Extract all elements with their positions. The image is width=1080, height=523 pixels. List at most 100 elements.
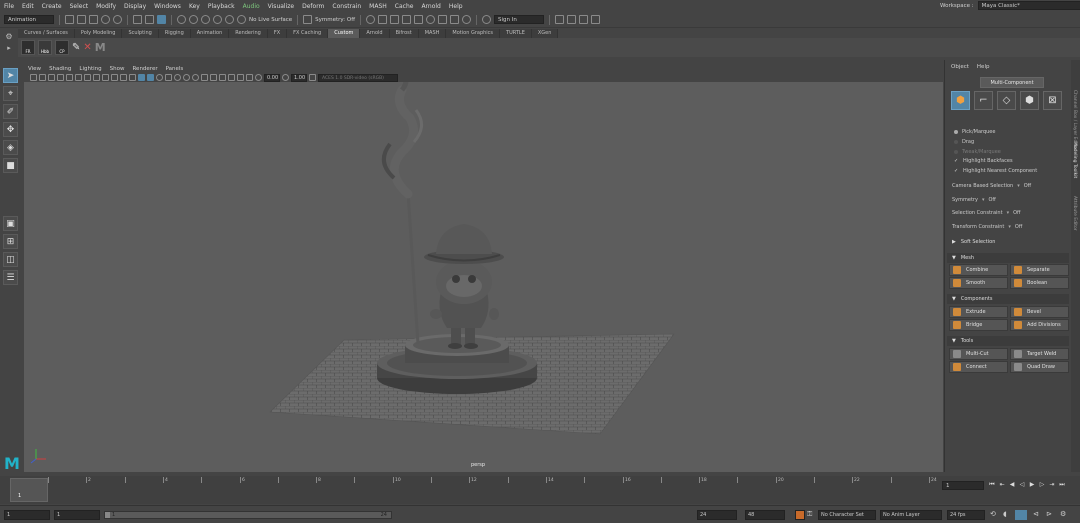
quad-draw-button[interactable]: Quad Draw [1010,361,1069,373]
scene-end-field[interactable]: 48 [745,510,785,520]
gate-mask-icon[interactable] [102,74,109,81]
exposure-icon[interactable] [255,74,262,81]
menu-key[interactable]: Key [185,3,204,10]
redo-icon[interactable] [113,15,122,24]
smooth-button[interactable]: Smooth [949,277,1008,289]
tab-arnold[interactable]: Arnold [360,29,390,38]
object-mode-icon[interactable]: ⬢ [951,91,970,110]
menu-create[interactable]: Create [38,3,66,10]
gear-icon[interactable]: ⚙ [5,32,12,41]
menu-visualize[interactable]: Visualize [264,3,298,10]
color-management-icon[interactable] [309,74,316,81]
panel-menu-panels[interactable]: Panels [162,66,188,72]
face-mode-icon[interactable]: ⬢ [1020,91,1039,110]
tab-channel-box[interactable]: Channel Box / Layer Editor [1072,90,1077,150]
menu-playback[interactable]: Playback [204,3,239,10]
menu-windows[interactable]: Windows [150,3,185,10]
snap-projected-center-icon[interactable] [213,15,222,24]
render-settings-icon[interactable] [414,15,424,24]
toolkit-menu-help[interactable]: Help [977,64,990,70]
step-back-key-icon[interactable]: ⇤ [998,481,1006,489]
auto-key-icon[interactable] [795,510,805,520]
paint-select-tool-icon[interactable]: ✐ [3,104,18,119]
construction-history-icon[interactable] [366,15,376,24]
move-tool-icon[interactable]: ✥ [3,122,18,137]
select-object-icon[interactable] [145,15,154,24]
menu-audio[interactable]: Audio [239,3,264,10]
bridge-button[interactable]: Bridge [949,319,1008,331]
tab-poly-modeling[interactable]: Poly Modeling [74,29,123,38]
snap-point-icon[interactable] [201,15,210,24]
safe-action-icon[interactable] [120,74,127,81]
render-frame-icon[interactable] [390,15,400,24]
playback-start-field[interactable]: 1 [54,510,100,520]
panel-menu-show[interactable]: Show [106,66,129,72]
workspace-dropdown[interactable]: Maya Classic* [977,1,1080,10]
play-forwards-icon[interactable]: ▶ [1028,481,1036,489]
open-scene-icon[interactable] [77,15,86,24]
tab-sculpting[interactable]: Sculpting [122,29,159,38]
go-to-start-icon[interactable]: ⏮ [988,481,996,489]
delete-icon[interactable]: ✕ [83,42,91,53]
connect-button[interactable]: Connect [949,361,1008,373]
snap-view-plane-icon[interactable] [225,15,234,24]
symmetry-icon[interactable] [303,15,313,24]
image-plane-icon[interactable] [48,74,55,81]
hypershade-icon[interactable] [426,15,436,24]
tab-fx[interactable]: FX [267,29,288,38]
textured-icon[interactable] [165,74,172,81]
step-forward-key-icon[interactable]: ⇥ [1048,481,1056,489]
highlight-nearest-checkbox[interactable]: ✓ Highlight Nearest Component [954,168,1037,174]
wireframe-on-shaded-icon[interactable] [156,74,163,81]
sign-in-button[interactable]: Sign In [494,15,545,24]
colorspace-dropdown[interactable]: ACES 1.0 SDR-video (sRGB) [318,73,398,82]
add-divisions-button[interactable]: Add Divisions [1010,319,1069,331]
current-frame-marker[interactable]: 1 [10,478,48,502]
settings-icon[interactable]: ⚙ [1060,510,1066,518]
pick-marquee-option[interactable]: Pick/Marquee [954,129,995,135]
toggle-attribute-editor-icon[interactable] [567,15,577,24]
select-hierarchy-icon[interactable] [133,15,142,24]
menu-mash[interactable]: MASH [365,3,391,10]
2d-pan-zoom-icon[interactable] [57,74,64,81]
edge-mode-icon[interactable]: ◇ [997,91,1016,110]
rotate-tool-icon[interactable]: ◈ [3,140,18,155]
tab-mash[interactable]: MASH [418,29,447,38]
anim-prefs-icon[interactable] [1015,510,1027,520]
soft-selection-section[interactable]: ▶ Soft Selection [947,237,1069,247]
scale-tool-icon[interactable]: ■ [3,158,18,173]
scene-start-field[interactable]: 1 [4,510,50,520]
symmetry-label[interactable]: Symmetry: Off [315,17,355,23]
safe-title-icon[interactable] [129,74,136,81]
toggle-channel-box-icon[interactable] [591,15,601,24]
outliner-layout-icon[interactable]: ☰ [3,270,18,285]
shelf-button-fr[interactable]: FR [21,40,35,55]
go-to-end-icon[interactable]: ⏭ [1058,481,1066,489]
menu-arnold[interactable]: Arnold [417,3,444,10]
tab-animation[interactable]: Animation [190,29,230,38]
fps-dropdown[interactable]: 24 fps [947,510,985,520]
field-chart-icon[interactable] [111,74,118,81]
menu-edit[interactable]: Edit [18,3,38,10]
bevel-button[interactable]: Bevel [1010,306,1069,318]
multi-component-button[interactable]: Multi-Component [980,77,1044,88]
save-scene-icon[interactable] [89,15,98,24]
new-scene-icon[interactable] [65,15,74,24]
multisample-aa-icon[interactable] [210,74,217,81]
separate-button[interactable]: Separate [1010,264,1069,276]
render-view-icon[interactable] [378,15,388,24]
prev-key-icon[interactable]: ⊲ [1033,510,1039,518]
selection-constraint-row[interactable]: Selection Constraint ▾ Off [952,210,1020,216]
camera-selection-row[interactable]: Camera Based Selection ▾ Off [952,183,1031,189]
single-view-layout-icon[interactable]: ▣ [3,216,18,231]
toggle-modeling-toolkit-icon[interactable] [555,15,565,24]
rec-icon[interactable] [462,15,472,24]
two-view-layout-icon[interactable]: ◫ [3,252,18,267]
panel-menu-view[interactable]: View [24,66,45,72]
tweak-marquee-option[interactable]: Tweak/Marquee [954,149,1001,155]
grid-icon[interactable] [75,74,82,81]
next-key-icon[interactable]: ⊳ [1046,510,1052,518]
menu-select[interactable]: Select [66,3,93,10]
tab-turtle[interactable]: TURTLE [500,29,532,38]
drag-option[interactable]: Drag [954,139,974,145]
